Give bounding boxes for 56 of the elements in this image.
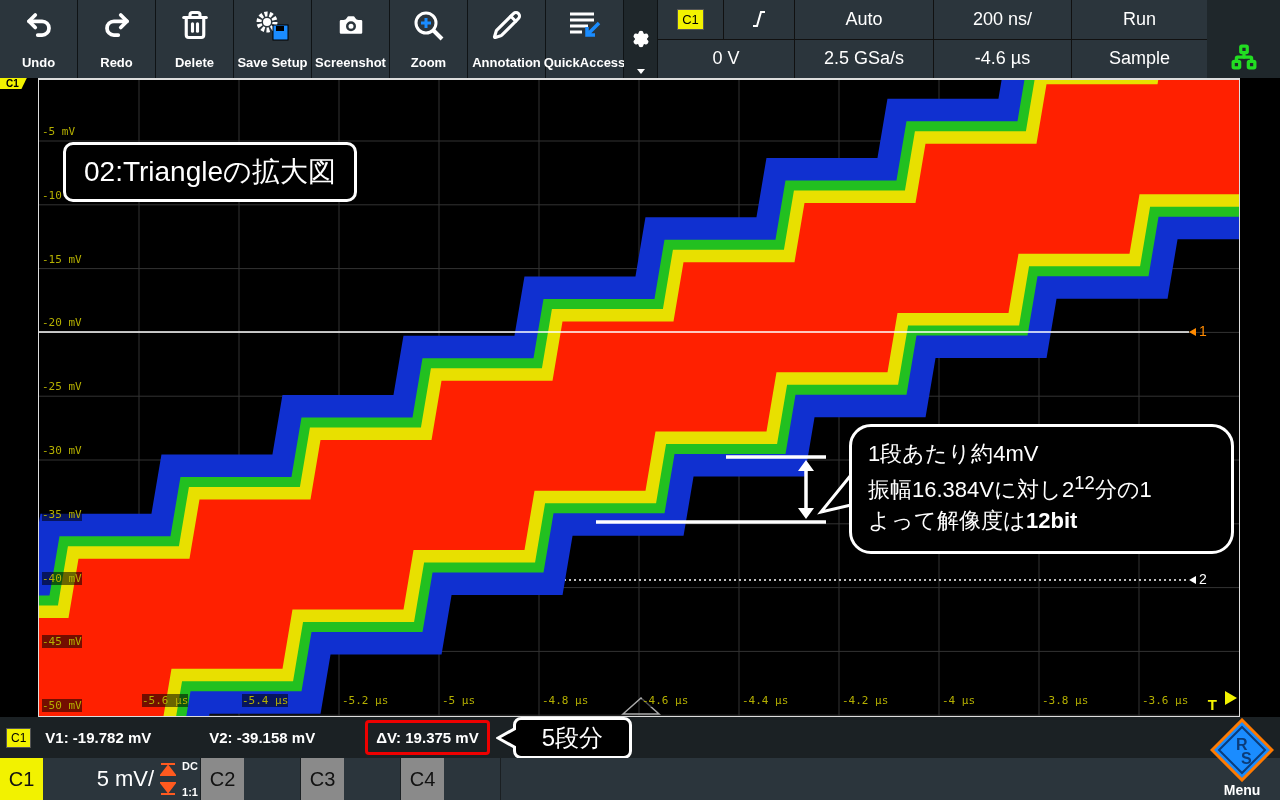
y-axis-label: -35 mV — [42, 507, 82, 521]
toolbar-button[interactable]: Screenshot — [312, 0, 389, 78]
channel-tag: C1 — [0, 78, 27, 89]
channel-tab[interactable]: C2 — [201, 758, 244, 800]
channel-tab[interactable]: C3 — [301, 758, 344, 800]
toolbar-button[interactable]: Redo — [78, 0, 155, 78]
trigger-mode[interactable]: Auto — [795, 0, 933, 39]
note-text: 1段あたり約4mV — [868, 440, 1040, 468]
toolbar-button[interactable]: Undo — [0, 0, 77, 78]
measurement-value: ΔV: 19.375 mV — [365, 720, 490, 755]
measurement-value: V1: -19.782 mV — [45, 728, 152, 748]
x-axis-label: -3.8 µs — [1042, 694, 1089, 707]
horizontal-position[interactable]: -4.6 µs — [934, 39, 1071, 78]
x-axis-label: -4.6 µs — [642, 694, 689, 707]
y-axis-label: -5 mV — [42, 125, 76, 138]
cursor-label: 2 — [1199, 571, 1207, 587]
toolbar-button[interactable]: Save Setup — [234, 0, 311, 78]
measurement-value: V2: -39.158 mV — [209, 728, 316, 748]
y-axis-label: -50 mV — [42, 699, 82, 713]
toolbar-button[interactable]: QuickAccess — [546, 0, 623, 78]
y-axis-label: -40 mV — [42, 571, 82, 585]
logo-icon: R S — [1210, 718, 1274, 782]
toolbar-button[interactable]: Delete — [156, 0, 233, 78]
x-axis-label: -4 µs — [942, 694, 976, 707]
channel-tab[interactable]: C1 — [0, 758, 43, 800]
note-text: よって解像度は12bit — [868, 506, 1079, 535]
x-axis-label: -5 µs — [442, 694, 476, 707]
vertical-scale[interactable]: 5 mV/ — [96, 766, 155, 792]
x-axis-label: -4.4 µs — [742, 694, 789, 707]
acquisition-mode[interactable]: Sample — [1072, 39, 1207, 78]
x-axis-label: -4.8 µs — [542, 694, 589, 707]
x-axis-label: -4.2 µs — [842, 694, 889, 707]
y-axis-label: -30 mV — [42, 444, 82, 457]
timebase[interactable]: 200 ns/ — [934, 0, 1071, 39]
sample-rate[interactable]: 2.5 GSa/s — [795, 39, 933, 78]
x-axis-label: -3.6 µs — [1142, 694, 1189, 707]
trigger-level[interactable]: 0 V — [658, 39, 794, 78]
x-axis-label: -5.2 µs — [342, 694, 389, 707]
menu-button[interactable]: R S Menu — [1204, 716, 1280, 800]
probe-ratio: 1:1 — [182, 786, 198, 798]
x-axis-label: -5.6 µs — [142, 694, 189, 707]
trigger-tag: T — [1207, 696, 1217, 713]
coupling-label: DC — [182, 760, 198, 772]
run-state[interactable]: Run — [1072, 0, 1207, 39]
y-axis-label: -45 mV — [42, 635, 82, 649]
channel-tab[interactable]: C4 — [401, 758, 444, 800]
note-text: 振幅16.384Vに対し2$^{12}$分の1 — [868, 470, 1153, 505]
y-axis-label: -15 mV — [42, 252, 82, 266]
toolbar-button[interactable]: Zoom — [390, 0, 467, 78]
title-callout: 02:Triangleの拡大図 — [63, 142, 358, 202]
trigger-source[interactable]: C1 — [677, 8, 704, 30]
toolbar-button[interactable]: Annotation — [468, 0, 545, 78]
cursor-label: 1 — [1199, 323, 1207, 339]
y-axis-label: -10 — [42, 188, 62, 202]
x-axis-label: -5.4 µs — [242, 694, 289, 707]
measure-channel: C1 — [6, 727, 32, 748]
